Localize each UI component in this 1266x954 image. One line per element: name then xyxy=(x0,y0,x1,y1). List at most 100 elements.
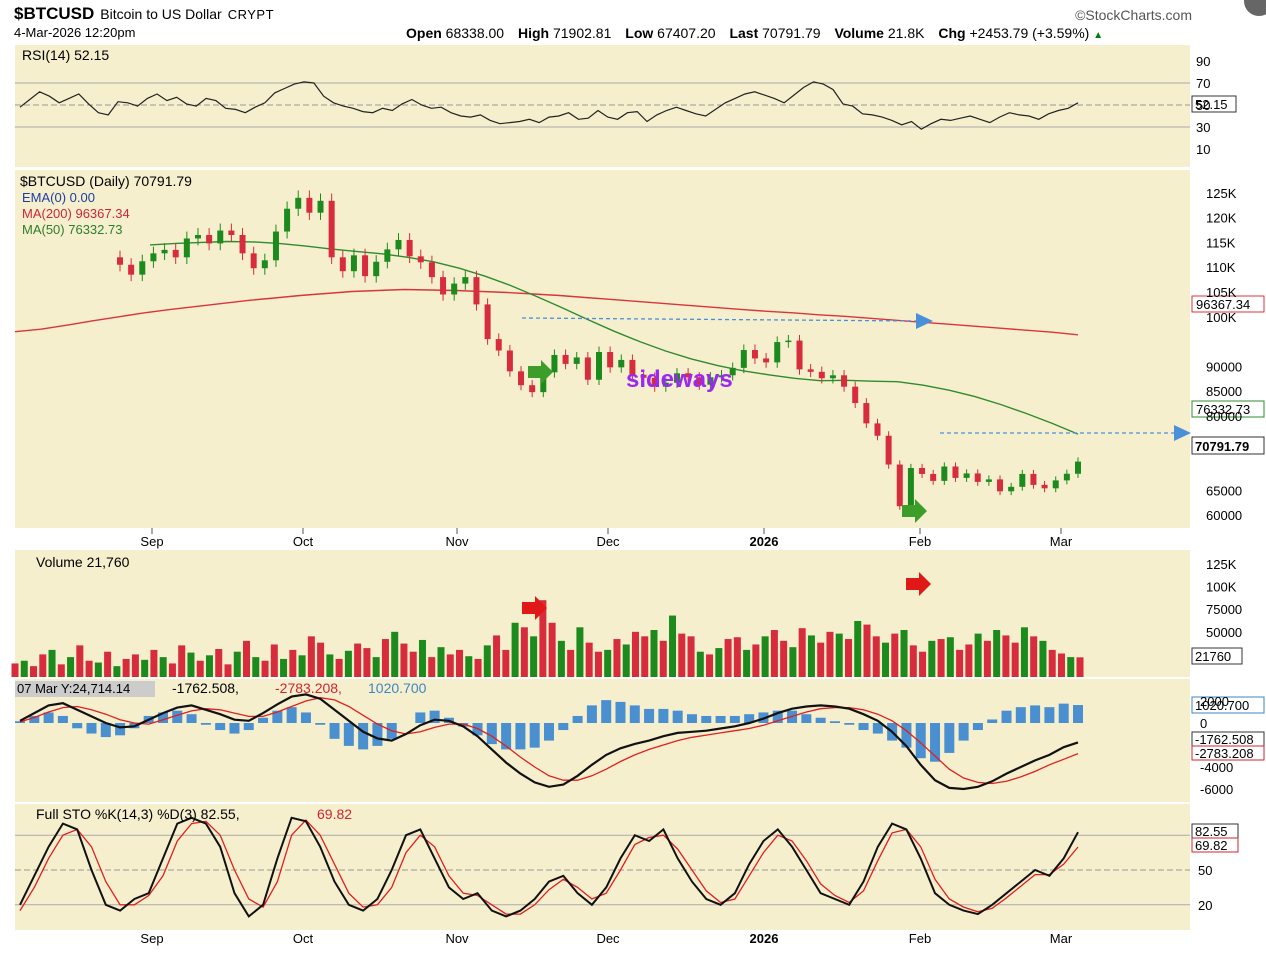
candle-body xyxy=(150,253,157,262)
volume-bar xyxy=(659,640,667,677)
volume-bar xyxy=(205,655,213,677)
candle-body xyxy=(963,473,970,478)
volume-bar xyxy=(493,635,501,677)
candle-body xyxy=(217,230,224,244)
volume-bar xyxy=(1039,640,1047,677)
candle-body xyxy=(473,277,480,305)
macd-hist-bar xyxy=(343,723,354,746)
candle-body xyxy=(1019,473,1026,487)
candle-body xyxy=(907,467,914,507)
volume-bar xyxy=(252,657,260,677)
macd-hist-bar xyxy=(686,714,697,723)
candle-body xyxy=(395,239,402,250)
sto-legend: Full STO %K(14,3) %D(3) 82.55, xyxy=(36,806,240,822)
macd-hist-bar xyxy=(944,723,955,753)
month-label: Dec xyxy=(596,534,620,549)
rsi-panel xyxy=(15,45,1190,167)
volume-bar xyxy=(261,660,269,677)
candle-body xyxy=(818,371,825,379)
volume-bar xyxy=(307,636,315,677)
volume-bar xyxy=(604,649,612,677)
candle-body xyxy=(306,197,313,213)
month-label: 2026 xyxy=(750,931,779,946)
volume-bar xyxy=(946,637,954,677)
macd-hist-bar xyxy=(358,723,369,750)
candle-body xyxy=(172,249,179,258)
month-label: Oct xyxy=(293,534,314,549)
rsi-tick-label: 10 xyxy=(1196,142,1210,157)
candle-body xyxy=(896,464,903,507)
sideways-annotation: sideways xyxy=(626,366,733,393)
candle-body xyxy=(852,386,859,404)
macd-hist-bar xyxy=(243,723,254,731)
volume-bar xyxy=(233,651,241,677)
price-tick-label: 60000 xyxy=(1206,508,1242,523)
volume-bar xyxy=(141,659,149,677)
volume-bar xyxy=(428,657,436,677)
volume-bar xyxy=(687,636,695,677)
value-boxes: 52.15 96367.34 76332.73 70791.79 21760 1… xyxy=(1191,95,1265,853)
volume-bar xyxy=(57,664,65,677)
volume-bar xyxy=(919,651,927,677)
volume-bar xyxy=(1076,657,1084,677)
volume-bar xyxy=(974,633,982,677)
price-tick-label: 115K xyxy=(1206,235,1236,250)
sto-tick-label: 20 xyxy=(1198,898,1212,913)
volume-bar xyxy=(854,620,862,677)
month-label: Oct xyxy=(293,931,314,946)
candle-body xyxy=(997,479,1004,492)
macd-hist-bar xyxy=(286,707,297,723)
volume-bar xyxy=(678,633,686,677)
volume-bar xyxy=(270,644,278,677)
macd-hist-bar xyxy=(844,723,855,725)
volume-bar xyxy=(381,639,389,677)
candle-body xyxy=(440,277,447,295)
volume-bar xyxy=(613,639,621,677)
volume-bar xyxy=(770,630,778,677)
volume-bar xyxy=(1057,653,1065,677)
rsi-tick-label: 50 xyxy=(1196,98,1210,113)
volume-bar xyxy=(20,660,28,677)
volume-bar xyxy=(863,624,871,677)
candle-body xyxy=(874,423,881,436)
volume-bar xyxy=(530,636,538,677)
macd-hist-bar xyxy=(415,712,426,723)
ma200-legend: MA(200) 96367.34 xyxy=(22,206,130,221)
candle-body xyxy=(573,357,580,364)
macd-value-1: -1762.508, xyxy=(172,680,239,696)
macd-hist-bar xyxy=(1015,707,1026,723)
rsi-tick-label: 90 xyxy=(1196,54,1210,69)
price-tick-label: 110K xyxy=(1206,260,1236,275)
volume-bar xyxy=(733,637,741,677)
macd-hist-bar xyxy=(486,723,497,745)
macd-hist-bar xyxy=(601,700,612,723)
candle-body xyxy=(796,340,803,370)
candle-body xyxy=(272,231,279,261)
candle-body xyxy=(974,473,981,482)
price-panel xyxy=(15,170,1190,528)
volume-bar xyxy=(844,639,852,677)
candle-body xyxy=(384,249,391,262)
volume-bar xyxy=(224,664,232,677)
volume-tick-label: 75000 xyxy=(1206,602,1242,617)
candle-body xyxy=(350,255,357,272)
month-label: Feb xyxy=(909,534,931,549)
macd-line-value: -1762.508 xyxy=(1195,732,1254,747)
candle-body xyxy=(206,235,213,244)
macd-hist-bar xyxy=(1001,710,1012,723)
candle-body xyxy=(239,235,246,254)
volume-bar xyxy=(900,630,908,677)
volume-bar xyxy=(585,642,593,677)
volume-bar xyxy=(1067,657,1075,677)
volume-bar xyxy=(456,649,464,677)
price-legend-title: $BTCUSD (Daily) 70791.79 xyxy=(20,173,192,189)
candle-body xyxy=(562,354,569,364)
macd-hist-bar xyxy=(729,715,740,723)
candle-body xyxy=(941,466,948,481)
candle-body xyxy=(484,304,491,340)
candle-body xyxy=(1052,480,1059,489)
macd-hist-bar xyxy=(615,701,626,723)
sto-k-value: 82.55 xyxy=(1195,824,1228,839)
volume-bar xyxy=(187,652,195,677)
macd-hist-bar xyxy=(815,717,826,723)
